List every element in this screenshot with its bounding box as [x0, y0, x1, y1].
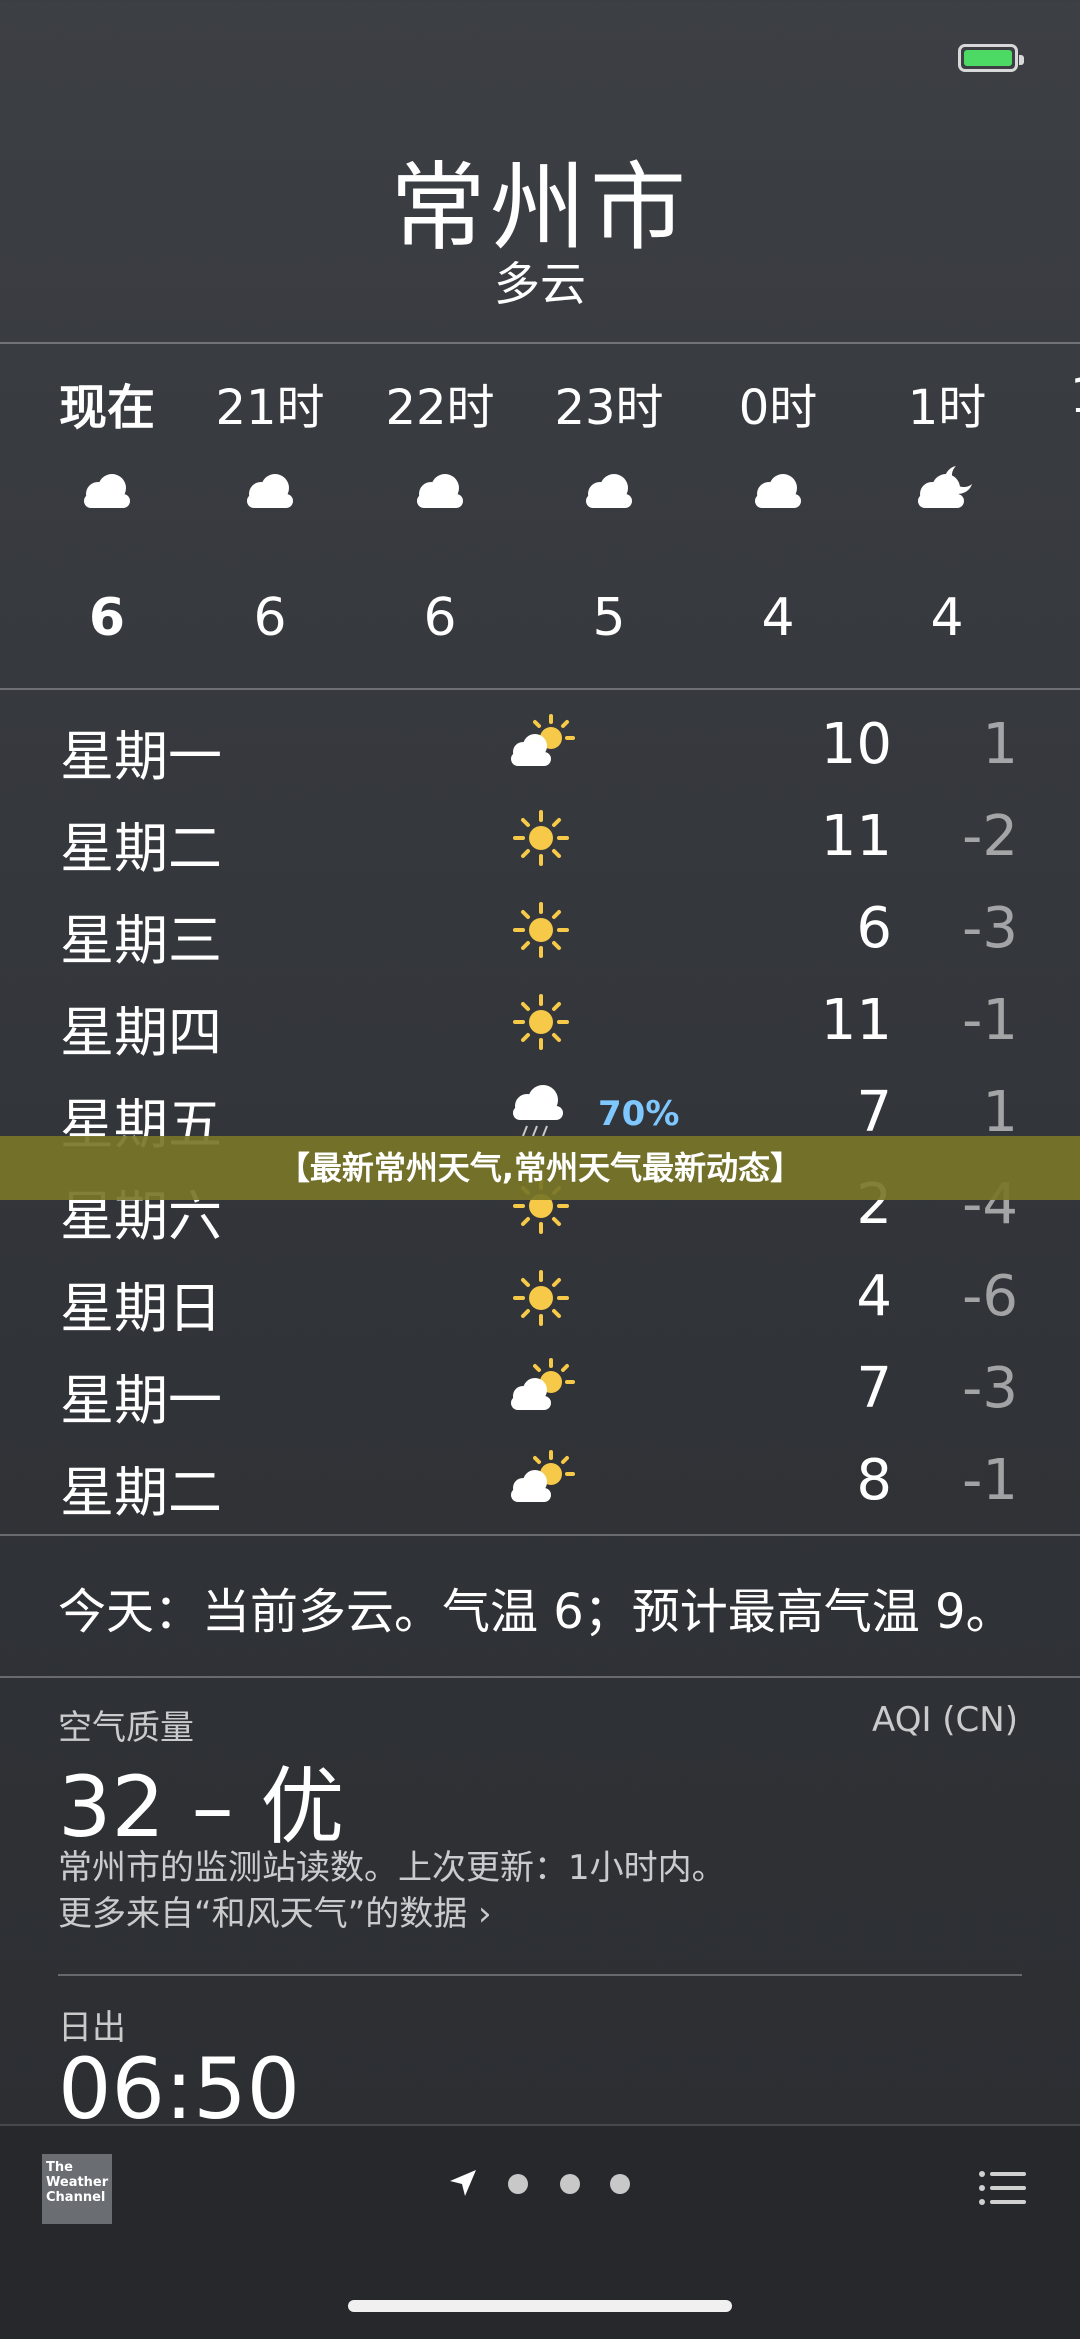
cloud-icon: [417, 474, 463, 508]
hour-label: 21时: [215, 380, 325, 436]
aqi-more-link[interactable]: 更多来自“和风天气”的数据 ›: [58, 1886, 492, 1935]
day-high: 11: [820, 988, 892, 1053]
day-name: 星期四: [60, 1001, 222, 1064]
page-dot[interactable]: [560, 2174, 580, 2194]
day-high: 4: [856, 1264, 892, 1329]
page-dot[interactable]: [610, 2174, 630, 2194]
hour-temp: 4: [930, 588, 964, 648]
precip-chance: 70%: [598, 1094, 680, 1134]
home-indicator[interactable]: [348, 2300, 732, 2312]
hour-label: 0时: [738, 380, 818, 436]
list-icon[interactable]: [978, 2168, 1028, 2208]
day-name: 星期三: [60, 909, 222, 972]
divider: [58, 1974, 1022, 1976]
sun-icon: [513, 1270, 569, 1326]
day-high: 11: [820, 804, 892, 869]
hour-label: 22时: [385, 380, 495, 436]
current-condition: 多云: [494, 257, 586, 311]
partly-sunny-icon: [511, 714, 575, 766]
divider: [0, 342, 1080, 344]
partly-sunny-icon: [511, 1450, 575, 1502]
cloud-icon: [84, 474, 130, 508]
weather-channel-logo[interactable]: The Weather Channel: [42, 2154, 112, 2224]
cloud-icon: [755, 474, 801, 508]
hour-temp: 6: [423, 588, 457, 648]
day-low: -3: [962, 1356, 1018, 1421]
divider: [0, 1676, 1080, 1678]
divider: [0, 688, 1080, 690]
aqi-standard: AQI (CN): [872, 1700, 1018, 1740]
day-name: 星期一: [60, 725, 222, 788]
day-name: 星期二: [60, 817, 222, 880]
day-high: 8: [856, 1448, 892, 1513]
battery-icon: [958, 44, 1024, 72]
rain-icon: [513, 1085, 563, 1137]
hour-temp: 4: [761, 588, 795, 648]
sun-icon: [513, 810, 569, 866]
hour-label: 23时: [554, 380, 664, 436]
day-low: 1: [982, 712, 1018, 777]
day-high: 10: [820, 712, 892, 777]
location-arrow-icon[interactable]: [446, 2166, 480, 2200]
page-dot[interactable]: [508, 2174, 528, 2194]
battery-level: [964, 50, 1012, 66]
day-low: -6: [962, 1264, 1018, 1329]
day-name: 星期一: [60, 1369, 222, 1432]
day-high: 7: [856, 1356, 892, 1421]
hour-temp: 6: [253, 588, 287, 648]
hour-label: 现在: [58, 380, 155, 436]
day-low: -2: [962, 804, 1018, 869]
sun-icon: [513, 902, 569, 958]
day-name: 星期二: [60, 1461, 222, 1524]
divider: [0, 1534, 1080, 1536]
aqi-note: 常州市的监测站读数。上次更新：1小时内。: [58, 1848, 726, 1888]
day-low: -3: [962, 896, 1018, 961]
day-low: -1: [962, 1448, 1018, 1513]
cloud-icon: [586, 474, 632, 508]
cloud-moon-icon: [918, 466, 972, 508]
cloud-icon: [247, 474, 293, 508]
hour-temp: 6: [88, 588, 126, 648]
hour-label: 1时: [907, 380, 987, 436]
day-high: 6: [856, 896, 892, 961]
hour-temp: 5: [592, 588, 626, 648]
today-summary: 今天：当前多云。气温 6；预计最高气温 9。: [58, 1584, 1014, 1640]
day-name: 星期日: [60, 1277, 222, 1340]
headline-banner: 【最新常州天气,常州天气最新动态】: [0, 1136, 1080, 1200]
partly-sunny-icon: [511, 1358, 575, 1410]
day-low: -1: [962, 988, 1018, 1053]
sun-icon: [513, 994, 569, 1050]
